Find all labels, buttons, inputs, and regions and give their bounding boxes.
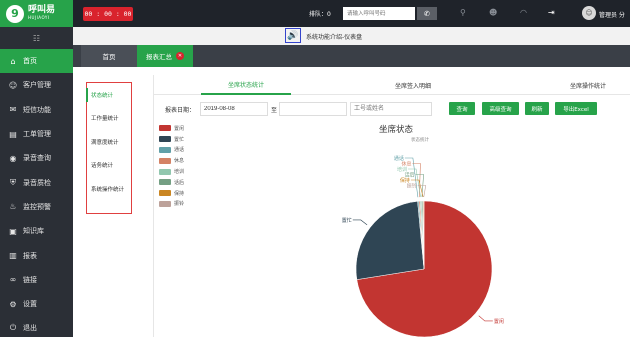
- logo-subtext: HUJIAOYI: [28, 14, 55, 22]
- sidebar-item-1[interactable]: ☺ 客户管理: [0, 73, 73, 97]
- sidebar-item-0[interactable]: ⌂ 首页: [0, 49, 73, 73]
- sidebar-item-8[interactable]: ▥ 报表: [0, 243, 73, 267]
- sidebar: 9 呼叫易 HUJIAOYI ☷ ⌂ 首页 ☺ 客户管理 ✉ 短信功能 ▤ 工单管理 ◉ 录音查询…: [0, 0, 73, 337]
- sidebar-item-label: 链接: [23, 275, 37, 285]
- announcement-bar: 🔊 系统功能介绍-仪表盘: [73, 27, 630, 45]
- sidebar-item-7[interactable]: ▣ 知识库: [0, 219, 73, 243]
- sidebar-item-label: 监控预警: [23, 202, 51, 212]
- close-icon[interactable]: ✕: [176, 52, 184, 60]
- shield-icon: ⛨: [8, 178, 18, 188]
- sidebar-item-label: 录音查询: [23, 153, 51, 163]
- gear-icon: ⚙: [8, 300, 18, 309]
- alarm-icon: ♨: [8, 202, 18, 211]
- tab-report-label: 报表汇总: [146, 51, 172, 61]
- phone-icon[interactable]: ✆: [417, 7, 437, 20]
- transfer-icon[interactable]: ⚲: [460, 8, 466, 17]
- pie-chart: 置闲置忙通话休息培训话后保持振铃: [73, 67, 630, 337]
- tab-home[interactable]: 首页: [81, 45, 137, 67]
- link-icon: ∞: [8, 275, 18, 284]
- sidebar-item-4[interactable]: ◉ 录音查询: [0, 146, 73, 170]
- sidebar-item-label: 知识库: [23, 226, 44, 236]
- admin-name[interactable]: 管理员 分: [599, 10, 625, 19]
- announcement-text[interactable]: 系统功能介绍-仪表盘: [306, 32, 362, 41]
- tab-home-label: 首页: [103, 51, 116, 61]
- page-tab-bar: 首页 报表汇总 ✕: [73, 45, 630, 67]
- pie-label-line: [353, 220, 367, 225]
- book-icon: ▣: [8, 227, 18, 236]
- home-icon: ⌂: [8, 57, 18, 66]
- logo-text: 呼叫易: [28, 6, 55, 14]
- sidebar-item-label: 设置: [23, 299, 37, 309]
- speaker-icon[interactable]: 🔊: [285, 28, 301, 43]
- bar-chart-icon: ▥: [8, 251, 18, 260]
- pie-label: 置闲: [494, 318, 504, 325]
- sidebar-item-10[interactable]: ⚙ 设置: [0, 292, 73, 316]
- message-icon: ✉: [8, 105, 18, 114]
- logo-mark-icon: 9: [6, 5, 24, 23]
- sidebar-item-label: 首页: [23, 56, 37, 66]
- sidebar-item-label: 报表: [23, 251, 37, 261]
- dial-number-input[interactable]: [343, 7, 415, 20]
- sidebar-item-label: 录音质检: [23, 178, 51, 188]
- sidebar-nav: ⌂ 首页 ☺ 客户管理 ✉ 短信功能 ▤ 工单管理 ◉ 录音查询 ⛨ 录音质检 ♨ 监控预警 ▣ 知识库 ▥ 报表…: [0, 49, 73, 341]
- sidebar-item-label: 客户管理: [23, 80, 51, 90]
- sidebar-item-9[interactable]: ∞ 链接: [0, 268, 73, 292]
- tab-report-summary[interactable]: 报表汇总 ✕: [137, 45, 193, 67]
- sidebar-item-label: 工单管理: [23, 129, 51, 139]
- logo: 9 呼叫易 HUJIAOYI: [0, 0, 73, 27]
- top-bar: 00 : 00 : 00 排队：0 ✆ ⚲ ☻ ◠ ⇥ ☺ 管理员 分: [73, 0, 630, 27]
- pie-label: 振铃: [407, 183, 417, 190]
- ticket-icon: ▤: [8, 130, 18, 139]
- sidebar-item-3[interactable]: ▤ 工单管理: [0, 122, 73, 146]
- pie-label-line: [479, 316, 493, 321]
- headset-icon[interactable]: ◠: [520, 8, 527, 17]
- logout-icon[interactable]: ⇥: [548, 8, 555, 17]
- sidebar-item-6[interactable]: ♨ 监控预警: [0, 195, 73, 219]
- avatar[interactable]: ☺: [582, 6, 596, 20]
- group-icon[interactable]: ☻: [489, 8, 497, 17]
- call-timer: 00 : 00 : 00: [83, 7, 133, 21]
- power-icon: ⏻: [8, 323, 18, 333]
- menu-toggle-icon[interactable]: ☷: [0, 27, 73, 49]
- user-icon: ☺: [8, 81, 18, 90]
- sidebar-item-label: 退出: [23, 323, 37, 333]
- sidebar-item-5[interactable]: ⛨ 录音质检: [0, 170, 73, 194]
- sidebar-item-label: 短信功能: [23, 105, 51, 115]
- pie-slice[interactable]: [356, 201, 424, 279]
- pie-label: 置忙: [342, 217, 352, 224]
- microphone-icon: ◉: [8, 154, 18, 163]
- sidebar-item-2[interactable]: ✉ 短信功能: [0, 98, 73, 122]
- queue-count: 排队：0: [309, 9, 331, 18]
